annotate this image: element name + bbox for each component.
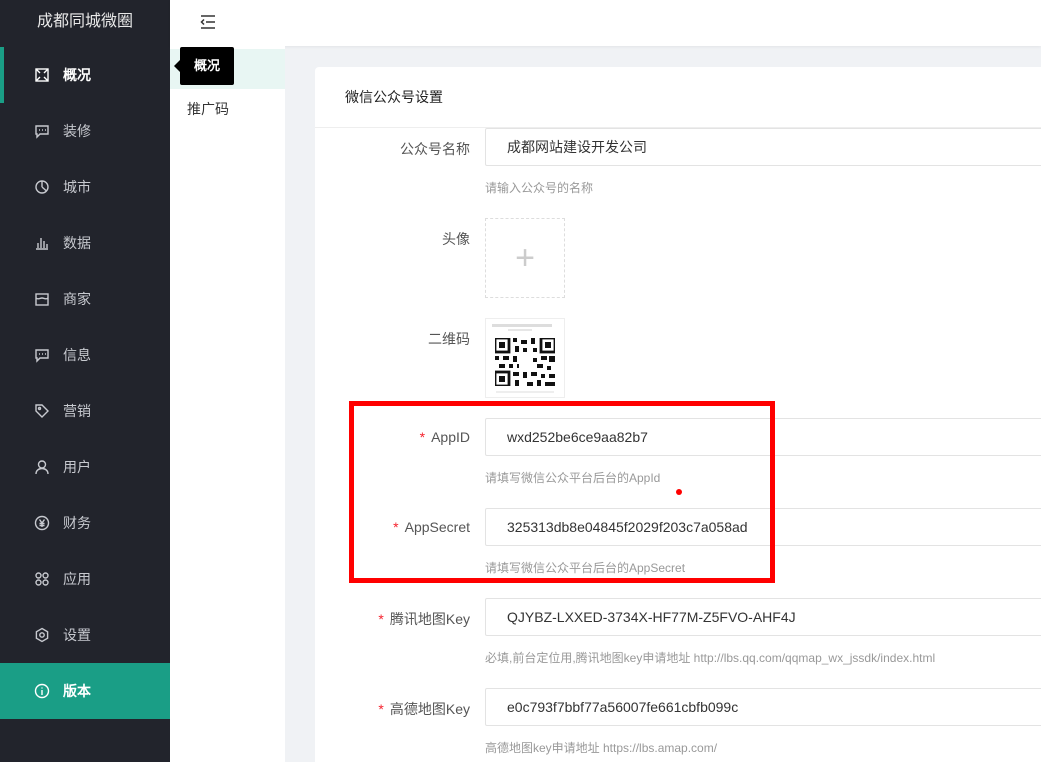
sidebar-item-apps[interactable]: 应用 xyxy=(0,551,170,607)
sidebar-item-label: 应用 xyxy=(63,571,91,587)
field-label-amap-key: * 高德地图Key xyxy=(378,701,470,717)
field-label-qrcode: 二维码 xyxy=(428,331,470,347)
field-hint-name: 请输入公众号的名称 xyxy=(485,181,594,195)
appsecret-input[interactable]: 325313db8e04845f2029f203c7a058ad xyxy=(485,508,1041,546)
field-label-tencent-key: * 腾讯地图Key xyxy=(378,611,470,627)
plus-icon: + xyxy=(515,239,535,277)
tencent-map-key-input[interactable]: QJYBZ-LXXED-3734X-HF77M-Z5FVO-AHF4J xyxy=(485,598,1041,636)
tooltip-overview: 概况 xyxy=(174,47,234,85)
user-icon xyxy=(34,459,50,475)
info-icon xyxy=(34,683,50,699)
menu-fold-icon[interactable] xyxy=(200,15,216,29)
field-hint-amap-key: 高德地图key申请地址 https://lbs.amap.com/ xyxy=(485,741,718,755)
field-label-appid: * AppID xyxy=(419,429,470,445)
required-mark: * xyxy=(378,611,384,627)
field-label-appsecret: * AppSecret xyxy=(393,519,470,535)
required-mark: * xyxy=(393,519,399,535)
field-hint-appid: 请填写微信公众平台后台的AppId xyxy=(485,471,661,485)
sidebar-item-label: 设置 xyxy=(63,627,91,643)
sidebar-item-decoration[interactable]: 装修 xyxy=(0,103,170,159)
sidebar-item-city[interactable]: 城市 xyxy=(0,159,170,215)
subnav-item-promo-code[interactable]: 推广码 xyxy=(170,89,285,129)
tag-icon xyxy=(34,403,50,419)
field-hint-appsecret: 请填写微信公众平台后台的AppSecret xyxy=(485,561,686,575)
appid-input[interactable]: wxd252be6ce9aa82b7 xyxy=(485,418,1041,456)
merchant-icon xyxy=(34,291,50,307)
brand-title: 成都同城微圈 xyxy=(37,13,134,30)
sidebar-item-label: 财务 xyxy=(63,515,91,531)
data-icon xyxy=(34,235,50,251)
sidebar-item-label: 营销 xyxy=(63,403,91,419)
qrcode-thumbnail[interactable] xyxy=(485,318,565,398)
gear-icon xyxy=(34,627,50,643)
top-header xyxy=(170,0,1041,46)
sidebar-item-label: 概况 xyxy=(63,67,91,83)
sidebar-item-marketing[interactable]: 营销 xyxy=(0,383,170,439)
sidebar-item-message[interactable]: 信息 xyxy=(0,327,170,383)
annotation-dot xyxy=(676,489,682,495)
field-hint-tencent-key: 必填,前台定位用,腾讯地图key申请地址 http://lbs.qq.com/q… xyxy=(485,651,936,665)
sidebar: 成都同城微圈 概况 装修 城市 数据 商家 信息 营销 用户 财务 应用 设置 … xyxy=(0,0,170,762)
sidebar-item-overview[interactable]: 概况 xyxy=(0,47,170,103)
message-icon xyxy=(34,347,50,363)
wechat-settings-card: 微信公众号设置 公众号名称 成都网站建设开发公司 请输入公众号的名称 头像 + … xyxy=(315,67,1041,762)
city-icon xyxy=(34,179,50,195)
sidebar-item-merchant[interactable]: 商家 xyxy=(0,271,170,327)
sidebar-item-version[interactable]: 版本 xyxy=(0,663,170,719)
sidebar-item-label: 城市 xyxy=(63,179,91,195)
apps-icon xyxy=(34,571,50,587)
amap-key-input[interactable]: e0c793f7bbf77a56007fe661cbfb099c xyxy=(485,688,1041,726)
field-label-avatar: 头像 xyxy=(442,231,470,247)
sidebar-item-label: 数据 xyxy=(63,235,91,251)
name-input[interactable]: 成都网站建设开发公司 xyxy=(485,128,1041,166)
sidebar-item-label: 装修 xyxy=(63,123,91,139)
overview-icon xyxy=(34,67,50,83)
sidebar-item-settings[interactable]: 设置 xyxy=(0,607,170,663)
required-mark: * xyxy=(378,701,384,717)
card-title: 微信公众号设置 xyxy=(315,67,1041,128)
sidebar-item-finance[interactable]: 财务 xyxy=(0,495,170,551)
decoration-icon xyxy=(34,123,50,139)
sub-navigation: 管理 推广码 xyxy=(170,46,285,762)
avatar-upload[interactable]: + xyxy=(485,218,565,298)
sidebar-item-label: 商家 xyxy=(63,291,91,307)
sidebar-item-label: 信息 xyxy=(63,347,91,363)
required-mark: * xyxy=(419,429,426,445)
sidebar-item-label: 版本 xyxy=(63,683,91,699)
qrcode-icon xyxy=(495,338,555,386)
field-label-name: 公众号名称 xyxy=(400,141,470,157)
sidebar-item-user[interactable]: 用户 xyxy=(0,439,170,495)
yen-icon xyxy=(34,515,50,531)
sidebar-item-data[interactable]: 数据 xyxy=(0,215,170,271)
sidebar-item-label: 用户 xyxy=(63,459,91,475)
